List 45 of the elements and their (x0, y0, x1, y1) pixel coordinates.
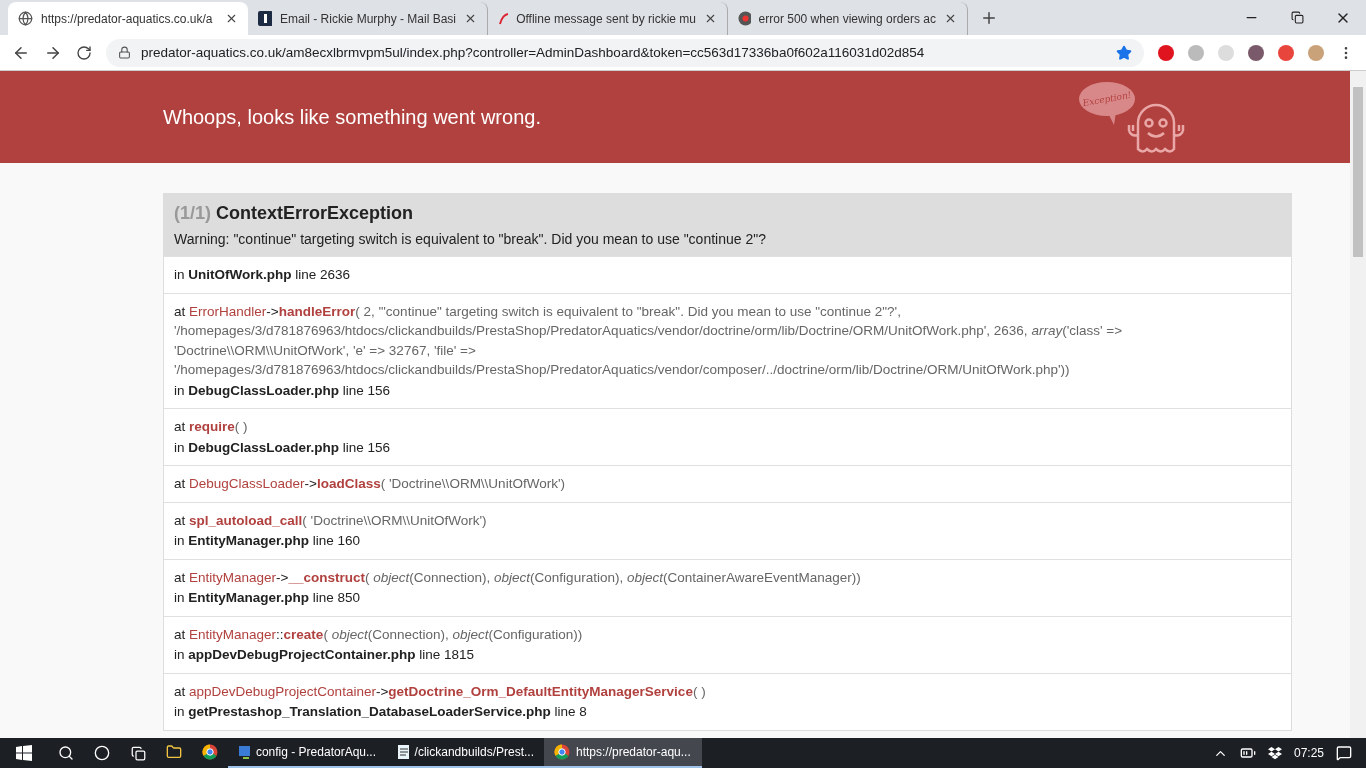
reload-icon[interactable] (76, 44, 92, 61)
address-bar[interactable]: predator-aquatics.co.uk/am8ecxlbrmvpm5ul/index.php?controller=AdminDashboard&token=cc563d17336ba0f602a116031d02d854 (106, 38, 1144, 67)
star-icon[interactable] (1116, 44, 1132, 61)
scrollbar[interactable] (1350, 71, 1366, 738)
close-icon[interactable] (704, 12, 717, 25)
trace-location: in UnitOfWork.php line 2636 (174, 266, 352, 284)
trace-call: at DebugClassLoader->loadClass( 'Doctrine\\ORM\\UnitOfWork') (174, 475, 566, 493)
browser-tab[interactable]: https://predator-aquatics.co.uk/a (8, 2, 248, 35)
banner-title: Whoops, looks like something went wrong. (163, 105, 542, 129)
trace-call: at ErrorHandler->handleError( 2, '"continue" targeting switch is equivalent to "break". Did you mean to use "continue 2"?', '/homepages/3/d781876963/htdocs/clickandbuilds/PrestaShop/PredatorAquatics/vendor/doctrine/orm/lib/Doctrine/ORM/UnitOfWork.php', 2636, array('class' => 'Doctrine\\ORM\\UnitOfWork', 'e' => 32767, 'file' => '/homepages/3/d781876963/htdocs/clickandbuilds/PrestaShop/PredatorAquatics/vendor/composer/../doctrine/orm/lib/Doctrine/ORM/UnitOfWork.php')) (174, 302, 1124, 379)
box-icon[interactable] (1267, 746, 1282, 760)
exception-title: (1/1) ContextErrorException (174, 203, 415, 224)
browser-icon (202, 744, 218, 760)
close-icon[interactable] (464, 12, 477, 25)
trace-call: at require( ) (174, 418, 249, 436)
trace-location: in EntityManager.php line 160 (174, 532, 362, 550)
exception-message: Warning: "continue" targeting switch is equivalent to "break". Did you mean to use "continue 2"? (174, 231, 767, 247)
trace-call: at EntityManager->__construct( object(Connection), object(Configuration), object(ContainerAwareEventManager)) (174, 568, 862, 587)
lock-icon (118, 46, 131, 59)
battery-icon[interactable] (1239, 745, 1256, 761)
close-icon[interactable] (225, 12, 238, 25)
trace-call: at appDevDebugProjectContainer->getDoctrine_Orm_DefaultEntityManagerService( ) (174, 682, 707, 701)
square-logo-icon (258, 11, 272, 26)
extension-icon[interactable] (1158, 44, 1174, 61)
swoosh-icon (498, 11, 509, 26)
clock: 07:25 (1293, 746, 1324, 760)
trace-call: at spl_autoload_call( 'Doctrine\\ORM\\UnitOfWork') (174, 511, 488, 530)
computer-icon (238, 744, 250, 760)
trace-location: in appDevDebugProjectContainer.php line 1815 (174, 646, 476, 664)
trace-location: in DebugClassLoader.php line 156 (174, 381, 392, 400)
trace-location: in EntityManager.php line 850 (174, 589, 362, 607)
globe-icon (18, 11, 33, 26)
ghost-speech-bubble-drawing: Exception! (1078, 77, 1190, 157)
folder-icon (166, 744, 182, 760)
extension-icon[interactable] (1248, 44, 1264, 61)
browser-icon (554, 744, 570, 760)
trace-location: in DebugClassLoader.php line 156 (174, 438, 392, 457)
trace-location: in getPrestashop_Translation_DatabaseLoaderService.php line 8 (174, 703, 588, 721)
taskbar-item[interactable]: config - PredatorAqu... (228, 738, 386, 768)
notification-icon[interactable] (1336, 745, 1352, 761)
notepad-icon (396, 744, 409, 760)
trace-call: at EntityManager::create( object(Connection), object(Configuration)) (174, 625, 584, 644)
extension-icon[interactable] (1278, 44, 1294, 61)
close-icon[interactable] (944, 12, 957, 25)
taskbar-item[interactable]: https://predator-aqu... (544, 738, 702, 768)
